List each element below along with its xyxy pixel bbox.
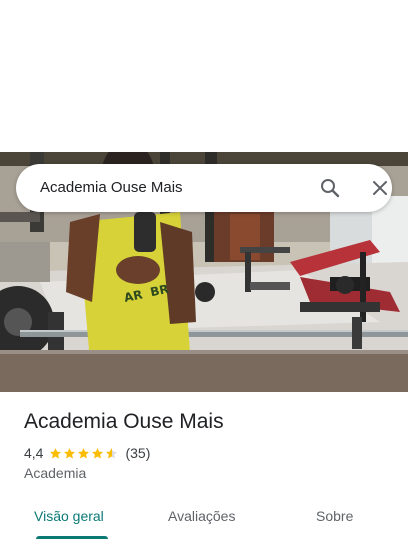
search-icon[interactable] (318, 176, 342, 200)
tab-about[interactable]: Sobre (316, 508, 353, 524)
star-icon (64, 447, 76, 458)
place-info-panel: Academia Ouse Mais 4,4 (35) Academia Vis… (0, 392, 408, 544)
review-count[interactable]: (35) (125, 445, 150, 461)
star-icon (92, 447, 104, 458)
active-tab-indicator (36, 536, 108, 539)
star-icon (78, 447, 90, 458)
star-rating (49, 447, 119, 460)
place-category[interactable]: Academia (24, 465, 86, 481)
place-tabs: Visão geral Avaliações Sobre (0, 496, 408, 539)
tab-reviews[interactable]: Avaliações (168, 508, 235, 524)
close-icon[interactable] (368, 176, 392, 200)
place-title: Academia Ouse Mais (24, 410, 224, 433)
rating-row[interactable]: 4,4 (35) (24, 444, 150, 462)
star-half-icon (106, 447, 118, 458)
search-input[interactable]: Academia Ouse Mais (40, 179, 183, 196)
map-blank-area (0, 0, 408, 152)
rating-value: 4,4 (24, 445, 44, 461)
search-bar[interactable]: Academia Ouse Mais (16, 164, 392, 212)
star-icon (50, 447, 62, 458)
tab-overview[interactable]: Visão geral (34, 508, 104, 524)
